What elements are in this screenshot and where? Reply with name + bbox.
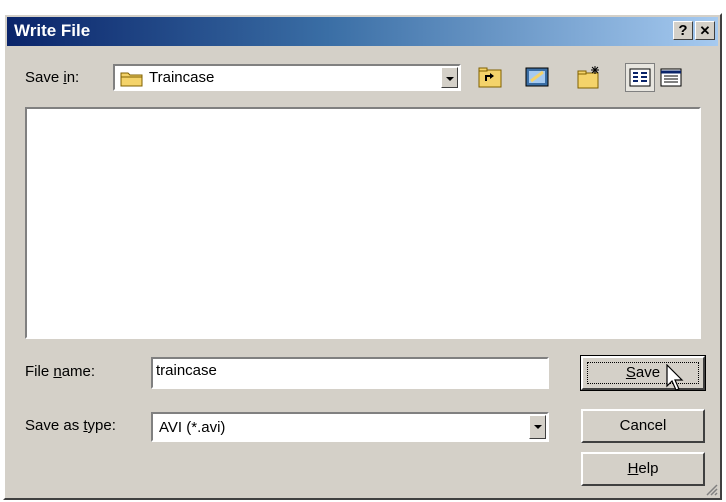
save-in-label: Save in: xyxy=(25,69,80,86)
resize-grip-icon[interactable] xyxy=(704,482,718,496)
new-folder-icon[interactable] xyxy=(575,64,603,91)
desktop-icon[interactable] xyxy=(523,64,551,91)
cancel-button[interactable]: Cancel xyxy=(581,409,705,443)
file-name-input[interactable] xyxy=(156,362,542,379)
save-in-value: Traincase xyxy=(149,69,215,86)
file-name-label: File name: xyxy=(25,363,96,380)
help-button[interactable]: Help xyxy=(581,452,705,486)
save-in-dropdown-arrow[interactable] xyxy=(441,67,458,88)
help-title-button[interactable]: ? xyxy=(673,21,693,40)
write-file-dialog: Write File ? ✕ Save in: Traincase File n… xyxy=(3,13,722,500)
file-name-field[interactable] xyxy=(151,357,549,389)
close-button[interactable]: ✕ xyxy=(695,21,715,40)
save-as-type-dropdown-arrow[interactable] xyxy=(529,415,546,439)
save-button[interactable]: Save xyxy=(580,355,706,391)
list-view-icon[interactable] xyxy=(625,63,655,92)
mouse-cursor-icon xyxy=(666,364,684,391)
close-icon: ✕ xyxy=(699,23,711,38)
folder-icon xyxy=(120,72,143,87)
save-as-type-label: Save as type: xyxy=(25,417,116,434)
title-bar[interactable]: Write File ? ✕ xyxy=(7,17,718,46)
save-as-type-value: AVI (*.avi) xyxy=(159,419,226,436)
up-one-level-icon[interactable] xyxy=(476,64,504,91)
window-title: Write File xyxy=(14,21,91,40)
save-in-combobox[interactable]: Traincase xyxy=(113,64,461,91)
save-as-type-combobox[interactable]: AVI (*.avi) xyxy=(151,412,549,442)
details-view-icon[interactable] xyxy=(657,64,685,91)
file-list-view[interactable] xyxy=(25,107,701,339)
question-mark-icon: ? xyxy=(678,22,688,39)
